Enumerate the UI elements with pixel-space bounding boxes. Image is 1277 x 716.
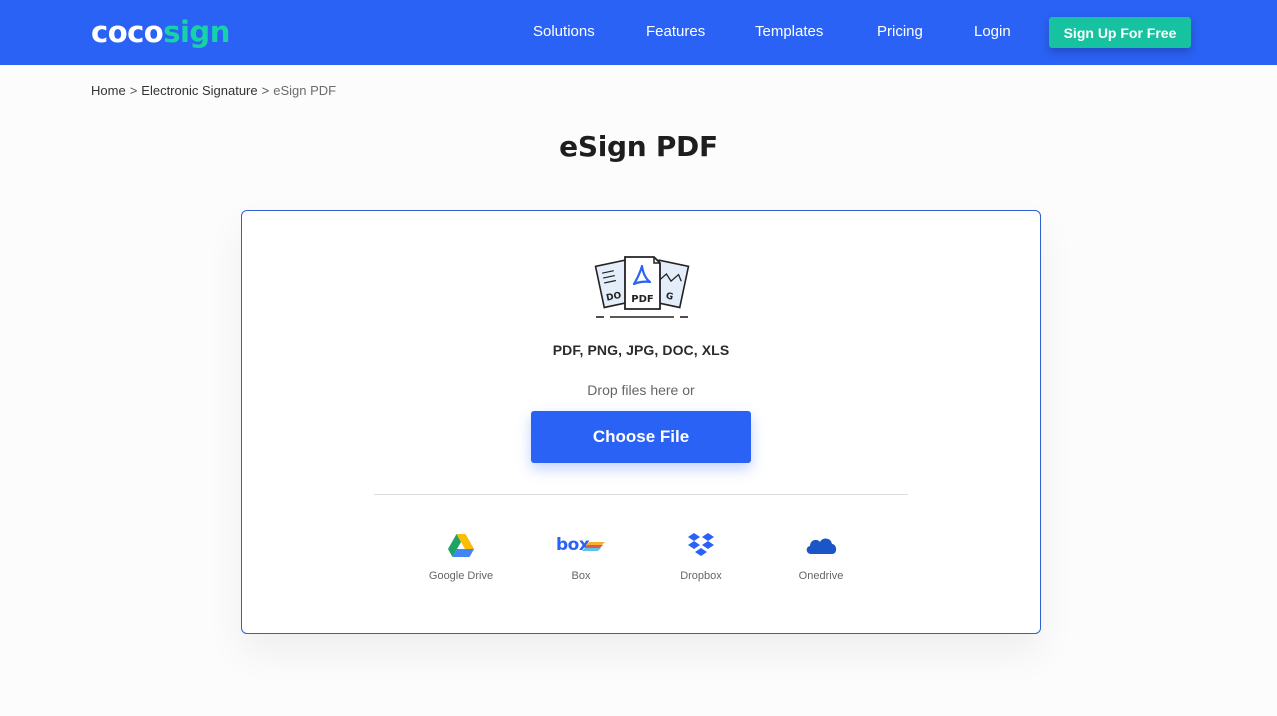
breadcrumb-current: eSign PDF [273, 83, 337, 98]
breadcrumb-home[interactable]: Home [91, 83, 126, 98]
nav-login[interactable]: Login [974, 0, 1011, 65]
drop-files-text: Drop files here or [587, 382, 695, 398]
onedrive-button[interactable]: Onedrive [771, 529, 871, 582]
breadcrumb-separator: > [261, 83, 270, 98]
logo-text-coco: coco [91, 15, 164, 49]
logo-text-sign: sign [163, 15, 230, 49]
choose-file-button[interactable]: Choose File [531, 411, 751, 463]
breadcrumb: Home > Electronic Signature > eSign PDF [91, 82, 336, 100]
nav-templates[interactable]: Templates [755, 0, 823, 65]
divider [374, 494, 908, 495]
page-title: eSign PDF [559, 130, 718, 163]
top-navigation-bar: cocosign Solutions Features Templates Pr… [0, 0, 1277, 65]
onedrive-label: Onedrive [798, 570, 844, 582]
upload-card[interactable]: DO G PDF PDF, PNG, JPG, DOC, XLS Drop fi… [241, 210, 1041, 634]
dropbox-label: Dropbox [680, 570, 722, 582]
nav-solutions[interactable]: Solutions [533, 0, 595, 65]
google-drive-icon [448, 533, 474, 557]
box-label: Box [571, 570, 591, 582]
documents-illustration-icon: DO G PDF [594, 256, 690, 318]
breadcrumb-electronic-signature[interactable]: Electronic Signature [141, 83, 257, 98]
supported-formats-text: PDF, PNG, JPG, DOC, XLS [552, 342, 730, 358]
nav-pricing[interactable]: Pricing [877, 0, 923, 65]
svg-text:box: box [556, 535, 590, 555]
box-icon: box [556, 535, 605, 555]
nav-features[interactable]: Features [646, 0, 705, 65]
onedrive-icon [806, 538, 837, 554]
dropbox-button[interactable]: Dropbox [651, 529, 751, 582]
box-button[interactable]: box Box [531, 529, 631, 582]
google-drive-button[interactable]: Google Drive [411, 529, 511, 582]
breadcrumb-separator: > [129, 83, 138, 98]
sign-up-button[interactable]: Sign Up For Free [1049, 17, 1191, 48]
svg-text:PDF: PDF [631, 294, 653, 305]
google-drive-label: Google Drive [428, 570, 494, 582]
cocosign-logo[interactable]: cocosign [91, 13, 230, 51]
dropbox-icon [688, 533, 714, 556]
